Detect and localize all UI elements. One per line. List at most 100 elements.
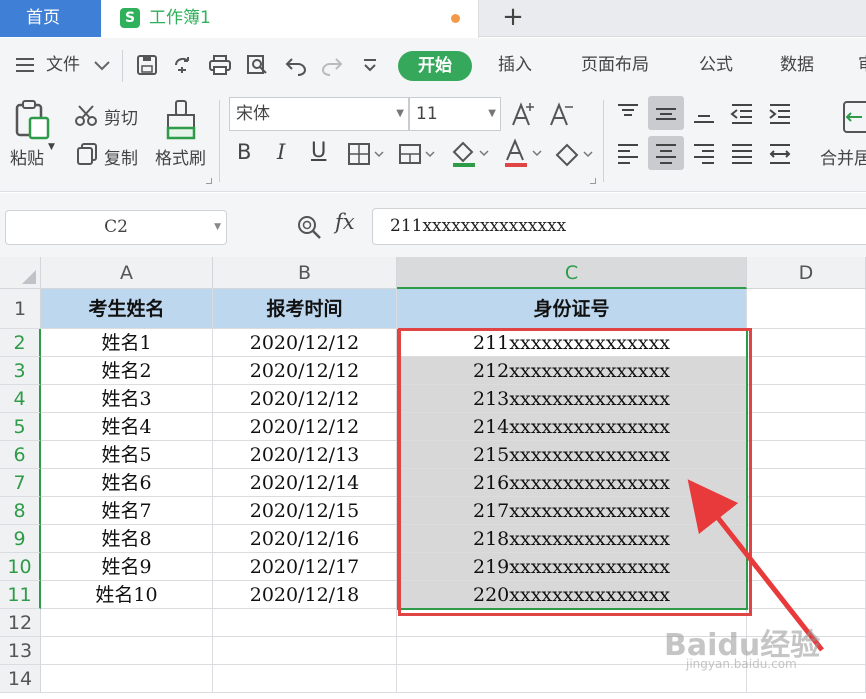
undo-icon[interactable] [284,53,308,77]
row-header-4[interactable]: 4 [0,385,41,413]
menu-insert[interactable]: 插入 [498,38,532,92]
menu-page-layout[interactable]: 页面布局 [581,38,649,92]
table-cell[interactable]: 姓名8 [41,525,213,553]
header-cell[interactable] [747,289,866,329]
zoom-lookup-icon[interactable] [296,214,322,240]
print-icon[interactable] [208,53,232,77]
table-cell[interactable] [747,581,866,609]
chevron-down-icon[interactable]: ▼ [214,211,221,244]
column-header-d[interactable]: D [747,257,866,289]
table-cell[interactable]: 214xxxxxxxxxxxxxxx [397,413,747,441]
italic-icon[interactable]: I [277,140,285,164]
column-header-a[interactable]: A [41,257,213,289]
row-header-14[interactable]: 14 [0,665,41,693]
paste-button[interactable]: 粘贴 [10,144,44,169]
menu-review-partial[interactable]: 审 [858,38,866,92]
row-header-6[interactable]: 6 [0,441,41,469]
increase-font-size-icon[interactable] [510,100,538,128]
align-right-button[interactable] [686,136,722,170]
formula-input[interactable]: 211xxxxxxxxxxxxxxx [372,208,866,245]
row-header-3[interactable]: 3 [0,357,41,385]
row-header-9[interactable]: 9 [0,525,41,553]
table-cell[interactable]: 2020/12/12 [213,329,397,357]
decrease-indent-button[interactable] [724,96,760,130]
row-header-5[interactable]: 5 [0,413,41,441]
align-center-button[interactable] [648,136,684,170]
table-cell[interactable]: 220xxxxxxxxxxxxxxx [397,581,747,609]
clipboard-group-launcher-icon[interactable] [206,178,212,184]
export-icon[interactable] [172,53,196,77]
fill-color-icon[interactable] [450,138,490,168]
function-icon[interactable]: fx [335,210,355,234]
align-left-button[interactable] [610,136,646,170]
table-cell[interactable]: 姓名9 [41,553,213,581]
chevron-down-icon[interactable] [90,53,114,77]
copy-button[interactable]: 复制 [104,144,138,169]
copy-icon[interactable] [75,142,99,166]
table-cell[interactable]: 217xxxxxxxxxxxxxxx [397,497,747,525]
quick-access-dropdown-icon[interactable] [358,53,382,77]
merge-center-button[interactable]: 合并居 [820,144,866,169]
table-cell[interactable] [41,665,213,693]
align-top-button[interactable] [610,96,646,130]
select-all-corner[interactable] [0,257,41,289]
table-cell[interactable]: 212xxxxxxxxxxxxxxx [397,357,747,385]
menu-data[interactable]: 数据 [780,38,814,92]
table-cell[interactable]: 211xxxxxxxxxxxxxxx [397,329,747,357]
paste-icon[interactable] [14,100,52,140]
format-painter-icon[interactable] [164,100,198,140]
row-header-11[interactable]: 11 [0,581,41,609]
header-cell[interactable]: 报考时间 [213,289,397,329]
distributed-button[interactable] [762,136,798,170]
table-cell[interactable]: 2020/12/15 [213,497,397,525]
cell-style-icon[interactable] [398,142,436,166]
header-cell[interactable]: 考生姓名 [41,289,213,329]
increase-indent-button[interactable] [762,96,798,130]
table-cell[interactable]: 2020/12/16 [213,525,397,553]
row-header-2[interactable]: 2 [0,329,41,357]
table-cell[interactable] [213,665,397,693]
table-cell[interactable]: 2020/12/12 [213,413,397,441]
table-cell[interactable]: 姓名7 [41,497,213,525]
column-header-c[interactable]: C [397,257,747,289]
tab-home[interactable]: 首页 [0,0,101,37]
font-name-select[interactable]: 宋体 ▼ [229,97,409,131]
column-header-b[interactable]: B [213,257,397,289]
table-cell[interactable]: 213xxxxxxxxxxxxxxx [397,385,747,413]
hamburger-menu-icon[interactable] [14,53,38,77]
table-cell[interactable] [747,413,866,441]
table-cell[interactable] [747,441,866,469]
table-cell[interactable] [213,637,397,665]
cut-button[interactable]: 剪切 [104,104,138,129]
table-cell[interactable] [747,385,866,413]
table-cell[interactable]: 2020/12/13 [213,441,397,469]
menu-start-tab[interactable]: 开始 [398,51,472,81]
underline-icon[interactable]: U [311,138,326,162]
align-bottom-button[interactable] [686,96,722,130]
font-size-select[interactable]: 11 ▼ [409,97,501,131]
row-header-1[interactable]: 1 [0,289,41,329]
borders-icon[interactable] [347,142,385,166]
table-cell[interactable] [213,609,397,637]
table-cell[interactable]: 姓名6 [41,469,213,497]
row-header-8[interactable]: 8 [0,497,41,525]
table-cell[interactable]: 2020/12/14 [213,469,397,497]
table-cell[interactable]: 215xxxxxxxxxxxxxxx [397,441,747,469]
print-preview-icon[interactable] [245,53,269,77]
table-cell[interactable] [747,553,866,581]
menu-formula[interactable]: 公式 [699,38,733,92]
table-cell[interactable]: 218xxxxxxxxxxxxxxx [397,525,747,553]
table-cell[interactable]: 216xxxxxxxxxxxxxxx [397,469,747,497]
menu-file[interactable]: 文件 [46,38,80,92]
redo-icon[interactable] [320,53,344,77]
format-painter-button[interactable]: 格式刷 [155,144,206,169]
justify-button[interactable] [724,136,760,170]
name-box[interactable]: C2 ▼ [5,210,227,245]
row-header-7[interactable]: 7 [0,469,41,497]
merge-cells-icon[interactable] [842,100,866,134]
table-cell[interactable] [747,469,866,497]
table-cell[interactable]: 2020/12/12 [213,357,397,385]
align-middle-button[interactable] [648,96,684,130]
font-color-icon[interactable] [503,138,543,168]
table-cell[interactable] [747,525,866,553]
